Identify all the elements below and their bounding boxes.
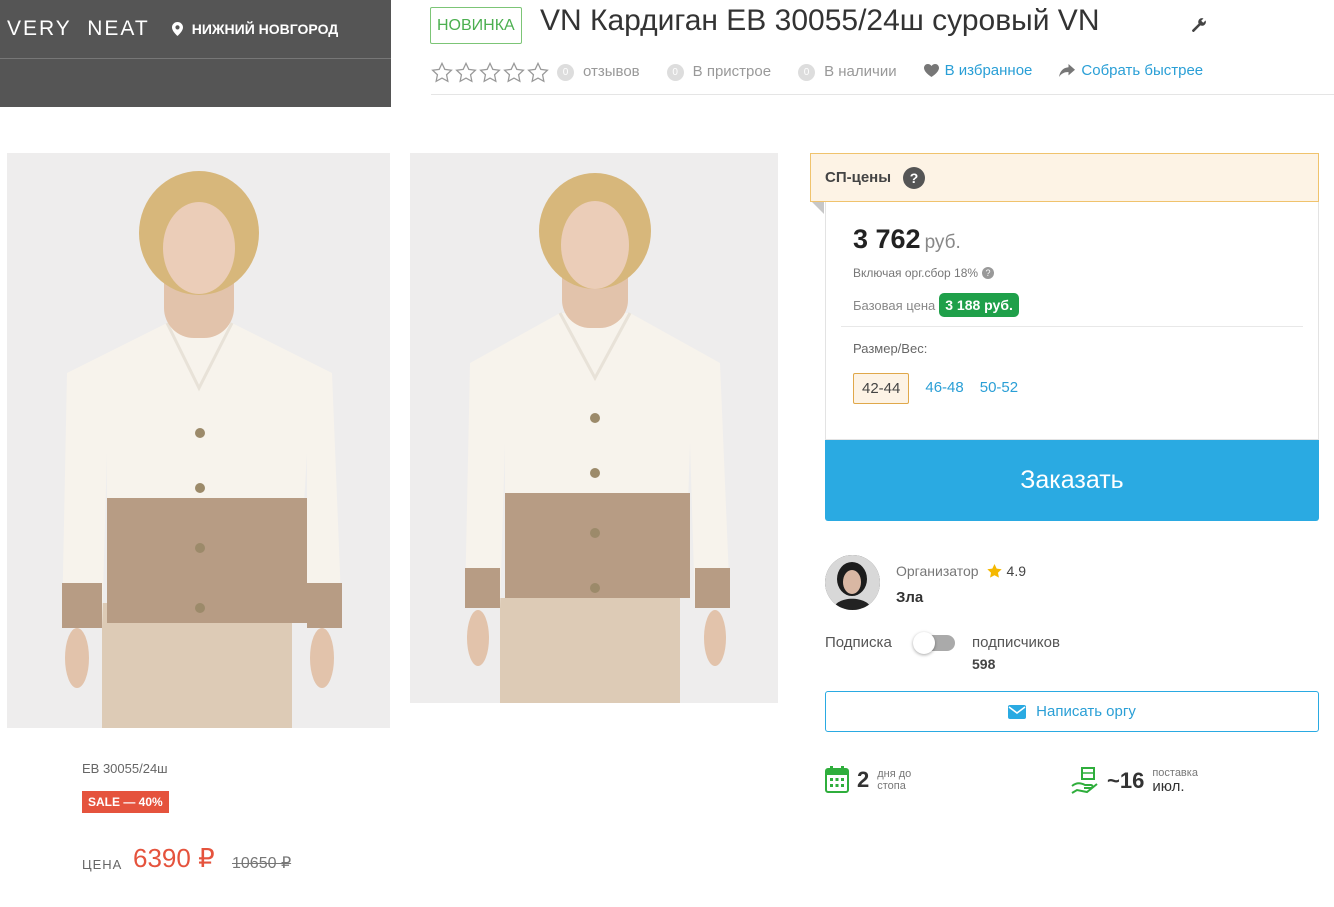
favorite-button[interactable]: В избранное xyxy=(923,62,1033,79)
delivery-hand-box-icon xyxy=(1071,767,1098,794)
subscribers-count: 598 xyxy=(972,656,996,672)
sizes-label: Размер/Вес: xyxy=(853,341,928,356)
reviews-link[interactable]: 0 отзывов xyxy=(557,62,640,81)
calendar-icon xyxy=(825,766,849,793)
price-old: 10650 ₽ xyxy=(232,855,292,872)
envelope-icon xyxy=(1008,704,1027,719)
brand-row: VERY NEAT НИЖНИЙ НОВГОРОД xyxy=(0,0,391,59)
product-photo-image xyxy=(410,153,778,703)
sale-badge: SALE — 40% xyxy=(82,791,169,813)
organizer-label-row: Организатор 4.9 xyxy=(896,563,1026,579)
price-amount: 3 762 руб. xyxy=(853,224,961,255)
organizer-rating: 4.9 xyxy=(1006,563,1027,579)
share-icon xyxy=(1059,64,1076,77)
panel-notch xyxy=(812,202,824,214)
help-icon[interactable]: ? xyxy=(903,166,926,189)
city-name: НИЖНИЙ НОВГОРОД xyxy=(191,21,339,37)
reviews-label: отзывов xyxy=(583,63,640,80)
days-to-stop: 2 дня до стопа xyxy=(825,766,911,793)
avatar[interactable] xyxy=(825,555,880,610)
organizer-name[interactable]: Зла xyxy=(896,589,923,606)
organizer-label: Организатор xyxy=(896,563,979,579)
star-empty-icon xyxy=(479,62,501,83)
days-value: 2 xyxy=(857,766,870,792)
wrench-icon[interactable] xyxy=(1191,17,1207,33)
product-meta-row: 0 отзывов 0 В пристрое 0 В наличии В изб… xyxy=(431,62,1334,95)
subscribe-toggle[interactable] xyxy=(913,632,955,654)
size-option[interactable]: 46-48 xyxy=(925,373,963,404)
location-pin-icon xyxy=(171,22,183,36)
product-photo-secondary[interactable] xyxy=(410,153,778,703)
order-button[interactable]: Заказать xyxy=(825,440,1319,521)
organizer-avatar-image xyxy=(825,555,880,610)
sp-prices-header: СП-цены ? xyxy=(810,153,1319,202)
base-price-label: Базовая цена xyxy=(853,297,936,313)
write-organizer-button[interactable]: Написать оргу xyxy=(825,691,1319,732)
toggle-knob xyxy=(913,632,935,654)
base-price: Базовая цена 3 188 руб. xyxy=(853,293,1019,317)
stock-link[interactable]: 0 В наличии xyxy=(798,62,897,81)
price-label: ЦЕНА xyxy=(82,857,123,872)
page-title: VN Кардиган EB 30055/24ш суровый VN xyxy=(540,4,1100,37)
org-fee-note: Включая орг.сбор 18% ? xyxy=(853,266,995,280)
star-empty-icon xyxy=(455,62,477,83)
size-option[interactable]: 42-44 xyxy=(853,373,910,404)
rating-stars[interactable] xyxy=(431,62,549,83)
days-label-line2: стопа xyxy=(877,779,906,792)
price-panel: 3 762 руб. Включая орг.сбор 18% ? Базовая… xyxy=(825,202,1319,440)
divider xyxy=(841,326,1303,327)
delivery-estimate: ~16 поставка июл. xyxy=(1071,766,1198,796)
subscribe-label: Подписка xyxy=(825,634,892,651)
star-empty-icon xyxy=(527,62,549,83)
days-label-line1: дня до xyxy=(877,767,912,780)
brand-logo[interactable]: VERY NEAT xyxy=(7,17,150,41)
stock-count: 0 xyxy=(798,64,816,81)
sp-prices-title: СП-цены xyxy=(825,169,892,186)
product-photo-image xyxy=(7,153,390,728)
star-empty-icon xyxy=(431,62,453,83)
pristroy-count: 0 xyxy=(666,64,684,81)
favorite-label: В избранное xyxy=(944,62,1033,79)
stock-label: В наличии xyxy=(824,63,897,80)
subscribers-label: подписчиков xyxy=(972,634,1060,651)
product-sku: EB 30055/24ш xyxy=(82,761,168,776)
delivery-month: июл. xyxy=(1152,778,1185,795)
base-price-badge: 3 188 руб. xyxy=(939,293,1019,317)
delivery-value: ~16 xyxy=(1107,768,1145,793)
city-selector[interactable]: НИЖНИЙ НОВГОРОД xyxy=(171,21,339,37)
org-fee-text: Включая орг.сбор 18% xyxy=(853,266,979,280)
star-empty-icon xyxy=(503,62,525,83)
heart-icon xyxy=(923,64,939,77)
fee-help-icon[interactable]: ? xyxy=(982,267,995,279)
brand-bar: VERY NEAT НИЖНИЙ НОВГОРОД xyxy=(0,0,391,107)
price-currency: руб. xyxy=(924,232,961,253)
delivery-label: поставка июл. xyxy=(1152,767,1198,795)
size-option[interactable]: 50-52 xyxy=(980,373,1018,404)
days-label: дня до стопа xyxy=(877,768,911,792)
new-badge: НОВИНКА xyxy=(430,7,522,44)
reviews-count: 0 xyxy=(557,64,574,81)
price-new: 6390 ₽ xyxy=(133,843,215,873)
share-label: Собрать быстрее xyxy=(1081,62,1204,79)
product-photo-main[interactable] xyxy=(7,153,390,728)
star-filled-icon xyxy=(986,564,1002,578)
write-organizer-label: Написать оргу xyxy=(1036,703,1136,720)
size-selector: 42-44 46-48 50-52 xyxy=(853,373,1018,404)
share-button[interactable]: Собрать быстрее xyxy=(1059,62,1203,79)
price-amount-value: 3 762 xyxy=(853,224,921,254)
pristroy-link[interactable]: 0 В пристрое xyxy=(666,62,772,81)
pristroy-label: В пристрое xyxy=(692,63,772,80)
